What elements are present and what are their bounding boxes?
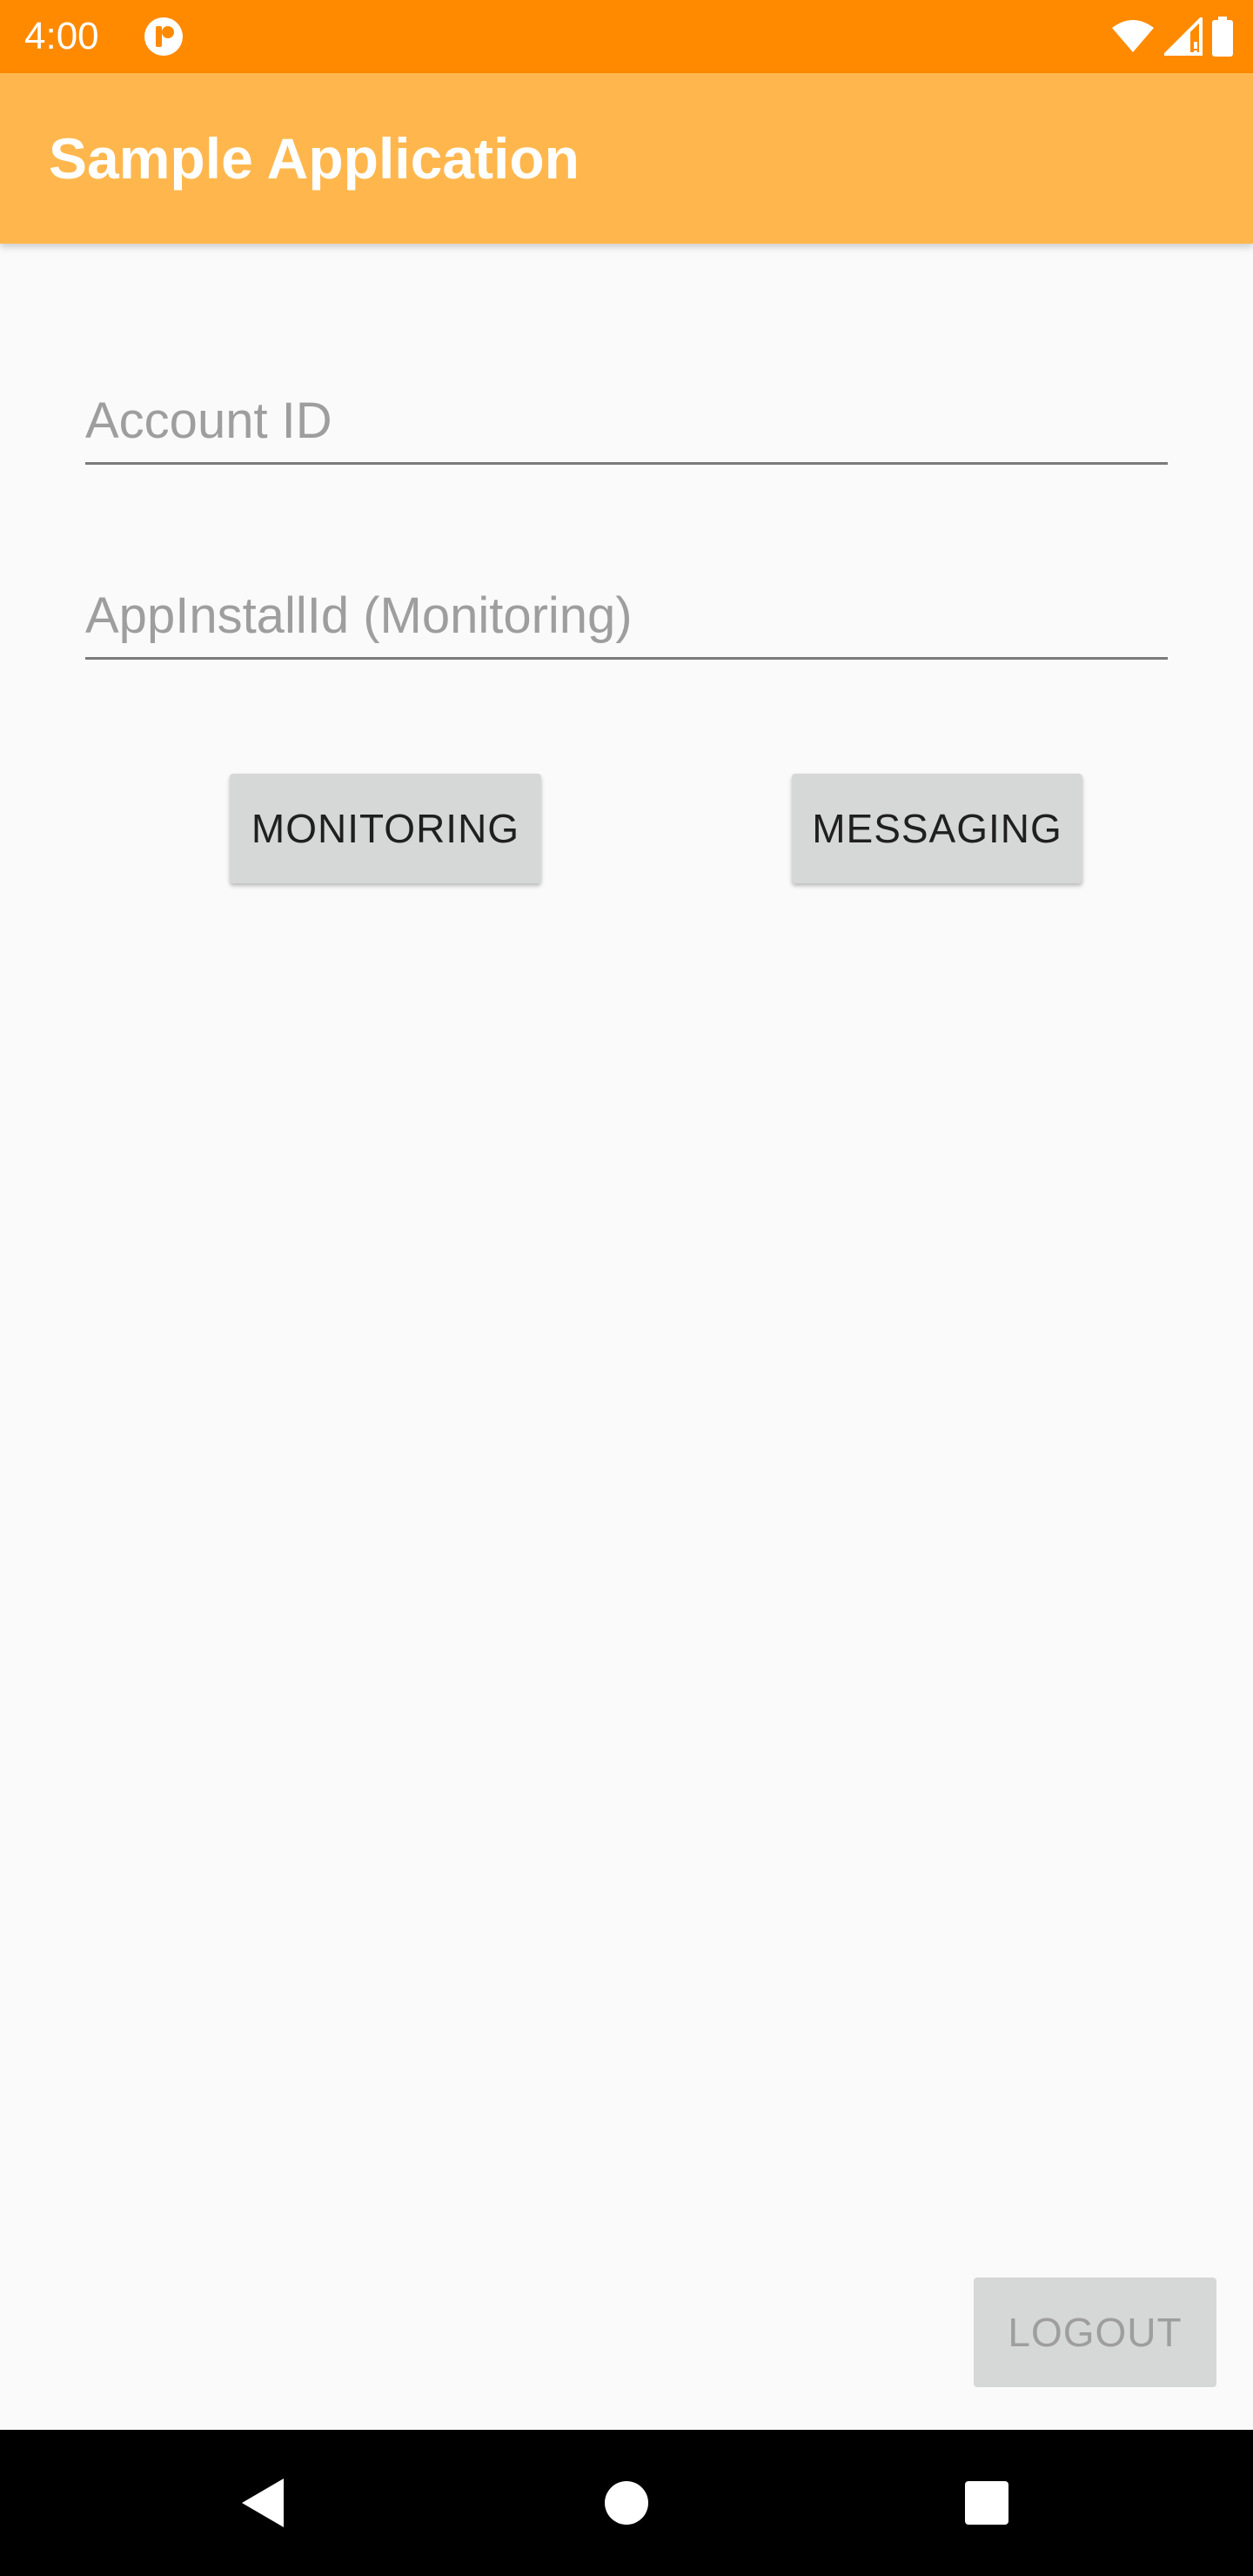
battery-icon (1211, 17, 1234, 57)
home-icon[interactable] (588, 2465, 665, 2541)
wifi-icon (1110, 19, 1156, 54)
account-id-input[interactable] (85, 386, 1168, 455)
messaging-button[interactable]: MESSAGING (792, 774, 1082, 883)
back-icon[interactable] (224, 2465, 301, 2541)
app-screen: 4:00 Sample Application Account ID AppIn… (0, 0, 1253, 2576)
cellular-signal-icon (1164, 17, 1203, 56)
account-id-field (85, 369, 1168, 465)
app-install-id-input[interactable] (85, 580, 1168, 650)
status-icons (1110, 16, 1234, 57)
recents-icon[interactable] (948, 2465, 1025, 2541)
main-content: MONITORING MESSAGING LOGOUT (0, 244, 1253, 2430)
navigation-bar (0, 2430, 1253, 2576)
status-bar: 4:00 (0, 0, 1253, 73)
monitoring-button[interactable]: MONITORING (230, 774, 541, 883)
logout-button[interactable]: LOGOUT (974, 2277, 1216, 2387)
app-title: Sample Application (49, 126, 580, 191)
app-install-id-field (85, 564, 1168, 660)
app-bar: Sample Application (0, 73, 1253, 244)
status-time: 4:00 (24, 15, 99, 57)
app-notification-icon (143, 16, 184, 57)
